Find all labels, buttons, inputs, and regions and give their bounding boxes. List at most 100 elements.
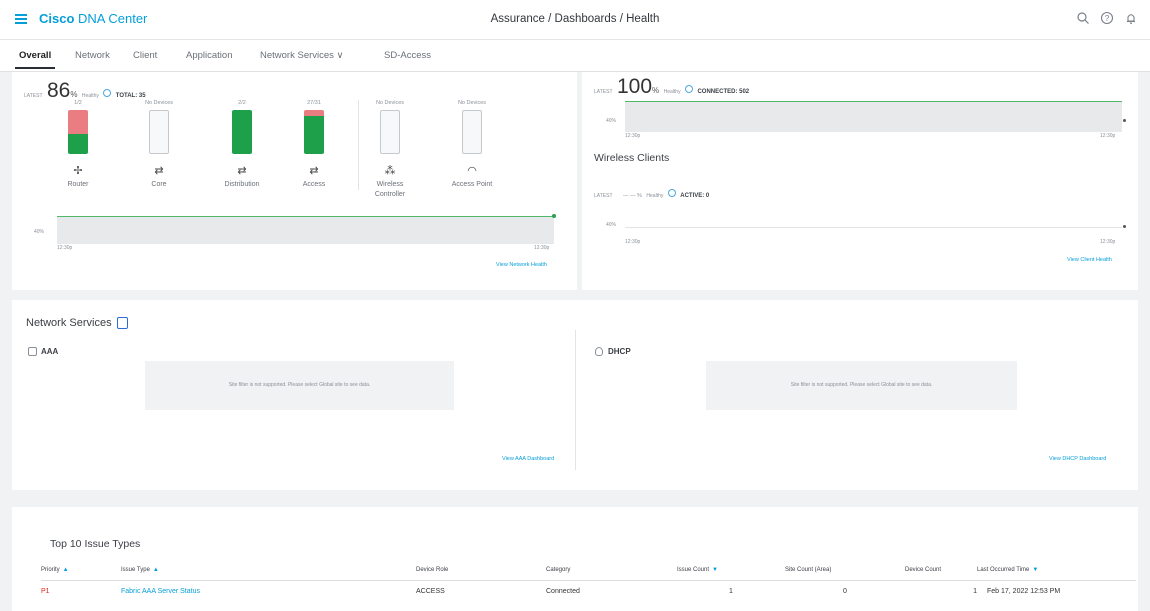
view-client-health-link[interactable]: View Client Health bbox=[1067, 257, 1112, 263]
device-label: Wireless Controller bbox=[374, 181, 406, 198]
divider bbox=[575, 330, 576, 470]
chart-x-end: 12:30p bbox=[1100, 133, 1116, 139]
device-count: 27/31 bbox=[307, 100, 321, 106]
active-clients-label: ACTIVE: 0 bbox=[680, 193, 710, 199]
info-icon[interactable] bbox=[685, 84, 694, 93]
network-health-percent: 86 bbox=[46, 79, 71, 102]
tab-overall[interactable]: Overall bbox=[19, 50, 51, 61]
device-health-wireless-controller[interactable]: No Devices ⁂ Wireless Controller bbox=[360, 100, 420, 200]
connected-clients-label: CONNECTED: 502 bbox=[697, 89, 750, 95]
active-tab-indicator bbox=[15, 67, 55, 69]
table-row[interactable]: P1 Fabric AAA Server Status ACCESS Connecte… bbox=[41, 580, 1136, 602]
device-health-bar bbox=[232, 110, 252, 154]
device-label: Access bbox=[302, 181, 326, 188]
device-health-bar bbox=[68, 110, 88, 154]
device-count: No Devices bbox=[144, 100, 174, 106]
chart-x-start: 12:30p bbox=[625, 239, 641, 245]
tab-network-services[interactable]: Network Services ∨ bbox=[260, 50, 344, 61]
info-icon[interactable] bbox=[116, 317, 128, 330]
column-header[interactable]: Priority ▲ bbox=[41, 560, 121, 581]
sort-icon[interactable]: ▼ bbox=[712, 567, 718, 573]
wireless-health-percent: — — % bbox=[622, 193, 642, 199]
wireless-trend-chart bbox=[625, 227, 1122, 228]
client-health-trend-chart bbox=[625, 101, 1122, 132]
cell-device-role: ACCESS bbox=[416, 587, 445, 595]
healthy-segment bbox=[68, 134, 88, 154]
cell-issue-count: 1 bbox=[729, 587, 733, 595]
view-aaa-dashboard-link[interactable]: View AAA Dashboard bbox=[502, 456, 554, 462]
notification-bell-icon[interactable] bbox=[1124, 11, 1138, 25]
device-label: Core bbox=[151, 181, 167, 188]
client-health-panel: LATEST 100% Healthy CONNECTED: 502 40% 1… bbox=[582, 72, 1138, 290]
search-icon[interactable] bbox=[1076, 11, 1090, 25]
distribution-switch-icon: ⇄ bbox=[237, 165, 247, 177]
top-issues-title: Top 10 Issue Types bbox=[50, 538, 141, 550]
chart-x-end: 12:30p bbox=[1100, 239, 1116, 245]
divider bbox=[358, 100, 359, 190]
cell-device-count: 1 bbox=[973, 587, 977, 595]
chart-x-start: 12:30p bbox=[625, 133, 641, 139]
router-icon: ✢ bbox=[73, 165, 83, 177]
device-label: Distribution bbox=[224, 181, 260, 188]
total-devices-label: TOTAL: 35 bbox=[115, 93, 146, 99]
device-label: Access Point bbox=[451, 181, 493, 188]
chart-y-label: 40% bbox=[606, 118, 617, 124]
healthy-segment bbox=[232, 110, 252, 154]
tab-network[interactable]: Network bbox=[75, 50, 110, 61]
device-health-access-point[interactable]: No Devices ◠ Access Point bbox=[442, 100, 502, 190]
percent-sign: % bbox=[652, 86, 660, 95]
top-header: Cisco DNA Center Assurance / Dashboards … bbox=[0, 0, 1150, 40]
view-network-health-link[interactable]: View Network Health bbox=[496, 262, 547, 268]
cell-issue-type[interactable]: Fabric AAA Server Status bbox=[121, 580, 416, 602]
chart-y-label: 40% bbox=[606, 222, 617, 228]
tab-application[interactable]: Application bbox=[186, 50, 232, 61]
shield-icon bbox=[28, 347, 37, 357]
device-health-access[interactable]: 27/31 ⇄ Access bbox=[284, 100, 344, 190]
column-header[interactable]: Device Role bbox=[416, 560, 546, 581]
column-header[interactable]: Site Count (Area) bbox=[785, 560, 905, 581]
healthy-label: Healthy bbox=[663, 89, 681, 95]
wireless-clients-title: Wireless Clients bbox=[594, 152, 670, 164]
help-icon[interactable]: ? bbox=[1100, 11, 1114, 25]
column-header[interactable]: Last Occurred Time ▼ bbox=[977, 560, 1136, 581]
latest-label: LATEST bbox=[24, 93, 43, 99]
network-health-panel: LATEST 86% Healthy TOTAL: 35 1/2 ✢ Router N… bbox=[12, 72, 577, 290]
view-dhcp-dashboard-link[interactable]: View DHCP Dashboard bbox=[1049, 456, 1106, 462]
column-header[interactable]: Device Count bbox=[905, 560, 977, 581]
core-switch-icon: ⇄ bbox=[154, 165, 164, 177]
trend-point bbox=[1123, 225, 1126, 228]
column-header[interactable]: Issue Type ▲ bbox=[121, 560, 416, 581]
table-header-row: Priority ▲ Issue Type ▲ Device Role Category I… bbox=[41, 560, 1136, 581]
column-header[interactable]: Category bbox=[546, 560, 677, 581]
device-health-distribution[interactable]: 2/2 ⇄ Distribution bbox=[212, 100, 272, 190]
device-count: 2/2 bbox=[238, 100, 246, 106]
breadcrumb: Assurance / Dashboards / Health bbox=[490, 13, 660, 25]
dashboard-tabs: Overall Network Client Application Netwo… bbox=[0, 40, 1150, 72]
info-icon[interactable] bbox=[103, 88, 112, 97]
device-label: Router bbox=[67, 181, 89, 188]
device-health-bar bbox=[380, 110, 400, 154]
issues-table: Priority ▲ Issue Type ▲ Device Role Category I… bbox=[41, 560, 1136, 602]
tab-client[interactable]: Client bbox=[133, 50, 157, 61]
svg-text:?: ? bbox=[1105, 14, 1110, 23]
access-switch-icon: ⇄ bbox=[309, 165, 319, 177]
trend-line bbox=[57, 216, 554, 217]
device-health-router[interactable]: 1/2 ✢ Router bbox=[48, 100, 108, 190]
sort-icon[interactable]: ▼ bbox=[1032, 567, 1038, 573]
device-health-bar bbox=[304, 110, 324, 154]
cell-priority: P1 bbox=[41, 587, 50, 595]
sort-icon[interactable]: ▲ bbox=[63, 567, 69, 573]
chart-x-start: 12:30p bbox=[57, 245, 73, 251]
device-health-core[interactable]: No Devices ⇄ Core bbox=[129, 100, 189, 190]
cell-last-occurred: Feb 17, 2022 12:53 PM bbox=[987, 587, 1061, 595]
device-health-bar bbox=[462, 110, 482, 154]
column-header[interactable]: Issue Count ▼ bbox=[677, 560, 785, 581]
tab-sd-access[interactable]: SD-Access bbox=[384, 50, 431, 61]
percent-sign: % bbox=[70, 90, 78, 99]
aaa-section-title: AAA bbox=[28, 347, 58, 357]
chart-y-label: 40% bbox=[34, 229, 45, 235]
sort-icon[interactable]: ▲ bbox=[153, 567, 159, 573]
chart-x-end: 12:30p bbox=[534, 245, 550, 251]
info-icon[interactable] bbox=[667, 188, 676, 197]
network-health-trend-chart bbox=[57, 214, 556, 244]
